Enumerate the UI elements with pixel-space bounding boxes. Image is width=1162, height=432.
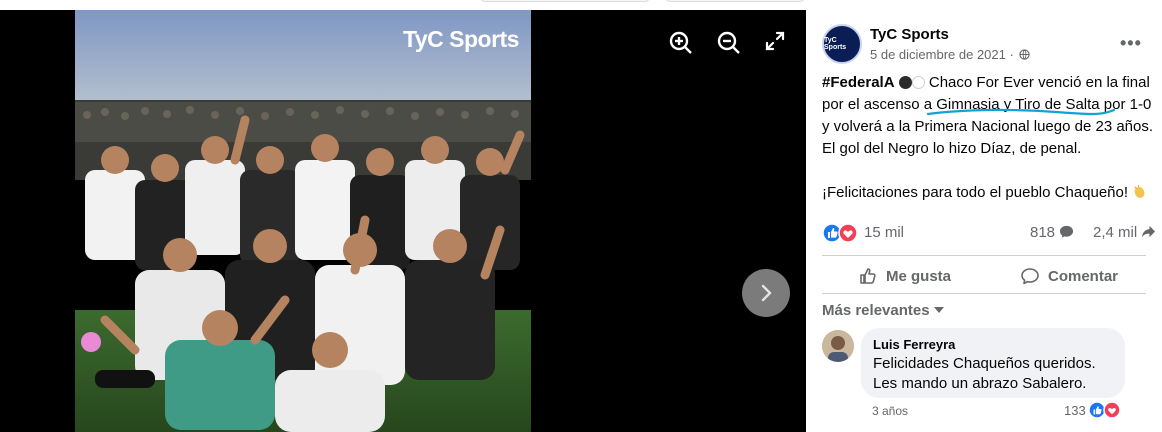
fullscreen-icon[interactable] — [764, 30, 790, 56]
next-photo-button[interactable] — [742, 269, 790, 317]
comment-sort-dropdown[interactable]: Más relevantes — [822, 302, 944, 319]
share-arrow-icon — [1142, 225, 1156, 238]
zoom-in-icon[interactable] — [668, 30, 694, 56]
comment-line-2: Les mando un abrazo Sabalero. — [873, 375, 1087, 392]
media-viewer: TyC Sports — [0, 10, 806, 432]
thumbs-up-icon — [860, 268, 876, 284]
comment-sort-label: Más relevantes — [822, 302, 930, 319]
celebration-photo-illustration — [75, 10, 531, 432]
black-circle-emoji — [898, 76, 912, 89]
page-avatar[interactable]: TyC Sports — [822, 24, 862, 64]
shares-count-group[interactable]: 2,4 mil — [1093, 224, 1156, 241]
comment-line-1: Felicidades Chaqueños queridos. — [873, 355, 1096, 372]
caret-down-icon — [933, 307, 944, 313]
hashtag-link[interactable]: #FederalA — [822, 74, 895, 91]
divider-top — [822, 255, 1146, 256]
post-text: #FederalA Chaco For Ever venció en la fi… — [822, 72, 1158, 204]
shares-count: 2,4 mil — [1093, 224, 1138, 241]
globe-icon — [1019, 49, 1031, 60]
top-chrome-strip — [0, 0, 970, 10]
post-line-5-text: ¡Felicitaciones para todo el pueblo Chaq… — [822, 184, 1129, 201]
comment-reactions-count: 133 — [1064, 402, 1086, 418]
date-separator: · — [1009, 47, 1014, 62]
post-line-2: por el ascenso a Gimnasia y Tiro de Salt… — [822, 96, 1152, 113]
more-options-button[interactable]: ••• — [1120, 33, 1142, 54]
chevron-right-icon — [761, 284, 772, 302]
comment-bubble-icon — [1060, 225, 1074, 238]
comment-reactions[interactable]: 133 — [1064, 401, 1122, 419]
comment-author[interactable]: Luis Ferreyra — [873, 336, 1113, 354]
zoom-out-icon[interactable] — [716, 30, 742, 56]
top-tab-2[interactable] — [665, 0, 805, 2]
commenter-avatar[interactable] — [822, 330, 854, 362]
comment-timestamp[interactable]: 3 años — [872, 404, 908, 418]
comments-count: 818 — [1030, 224, 1056, 241]
post-panel: TyC Sports TyC Sports 5 de diciembre de … — [806, 0, 1162, 432]
like-button-label: Me gusta — [886, 267, 952, 285]
comment-reaction-icons — [1087, 401, 1121, 419]
post-line-3: y volverá a la Primera Nacional luego de… — [822, 118, 1154, 135]
divider-bottom — [822, 293, 1146, 294]
comment-button-label: Comentar — [1048, 267, 1119, 285]
post-photo — [75, 10, 531, 432]
white-circle-emoji — [911, 76, 925, 89]
post-line-5: ¡Felicitaciones para todo el pueblo Chaq… — [822, 182, 1158, 204]
comment-button[interactable]: Comentar — [1020, 264, 1118, 288]
avatar-label: TyC Sports — [824, 37, 847, 51]
post-line-1-rest: Chaco For Ever venció en la final — [924, 74, 1150, 91]
like-button[interactable]: Me gusta — [858, 264, 951, 288]
comment-icon — [1021, 268, 1039, 285]
comments-count-group[interactable]: 818 — [1030, 224, 1074, 241]
tyc-sports-watermark: TyC Sports — [403, 26, 519, 52]
reactions-count[interactable]: 15 mil — [864, 224, 904, 241]
post-line-1: #FederalA Chaco For Ever venció en la fi… — [822, 72, 1158, 94]
top-tab-1[interactable] — [480, 0, 650, 2]
post-date[interactable]: 5 de diciembre de 2021 — [870, 47, 1006, 62]
comment-bubble: Luis Ferreyra Felicidades Chaqueños quer… — [861, 328, 1125, 398]
post-line-4: El gol del Negro lo hizo Díaz, de penal. — [822, 140, 1082, 157]
page-name[interactable]: TyC Sports — [870, 26, 949, 43]
reaction-icons[interactable] — [822, 222, 862, 248]
reactions-bar: 15 mil 818 2,4 mil — [822, 222, 1158, 244]
clapping-hands-emoji — [1134, 184, 1145, 198]
post-date-line: 5 de diciembre de 2021 · — [870, 47, 1031, 62]
